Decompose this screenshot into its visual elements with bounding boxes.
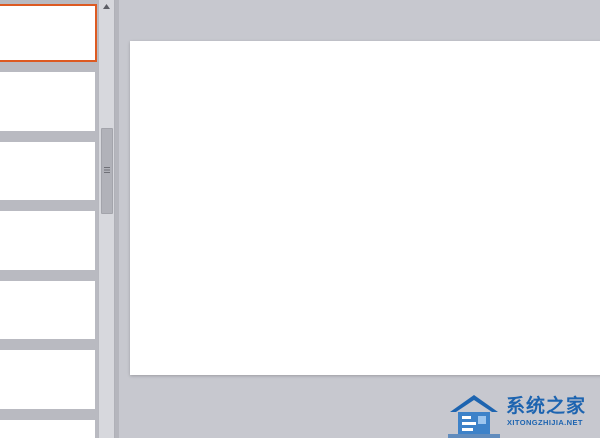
slide-thumbnail-panel[interactable] — [0, 0, 98, 438]
slide-canvas[interactable] — [130, 41, 600, 375]
presentation-editor-window: 系统之家 XITONGZHIJIA.NET — [0, 0, 600, 438]
scroll-thumb[interactable] — [101, 128, 113, 214]
slide-thumbnail-6[interactable] — [0, 350, 95, 409]
grip-lines-icon — [104, 167, 110, 173]
slide-thumbnail-7[interactable] — [0, 420, 95, 438]
scroll-up-button[interactable] — [99, 0, 114, 12]
slide-editing-area — [119, 0, 600, 438]
slide-thumbnail-1[interactable] — [0, 4, 97, 62]
slide-thumbnail-5[interactable] — [0, 281, 95, 339]
slide-thumbnail-3[interactable] — [0, 142, 95, 200]
slide-thumbnail-4[interactable] — [0, 211, 95, 270]
slide-thumbnail-2[interactable] — [0, 72, 95, 131]
triangle-up-icon — [103, 3, 110, 9]
thumbnail-scrollbar[interactable] — [98, 0, 115, 438]
